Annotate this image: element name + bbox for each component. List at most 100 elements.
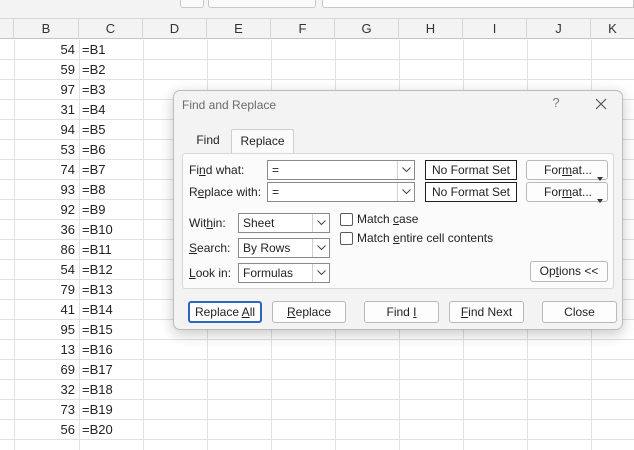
cell-b[interactable]: 94 [14, 120, 78, 139]
column-header-h[interactable]: H [399, 19, 463, 39]
cell-c[interactable]: =B13 [80, 280, 142, 299]
cell-b[interactable]: 79 [14, 280, 78, 299]
replace-button[interactable]: Replace [272, 301, 346, 323]
column-header-k[interactable]: K [591, 19, 634, 39]
access-key: n [199, 163, 206, 177]
row-header-corner[interactable] [0, 19, 14, 39]
label-text: place with: [204, 185, 262, 199]
column-header-g[interactable]: G [335, 19, 399, 39]
label-text: eplace [295, 305, 332, 319]
label-text: d what: [205, 163, 245, 177]
cell-c[interactable]: =B12 [80, 260, 142, 279]
replace-all-button[interactable]: Replace All [188, 301, 262, 323]
cell-c[interactable]: =B17 [80, 360, 142, 379]
table-row: 13 =B16 [0, 340, 634, 360]
tab-replace-label: Replace [240, 134, 285, 148]
cell-c[interactable]: =B18 [80, 380, 142, 399]
access-key: L [189, 266, 196, 280]
label-text: in: [213, 216, 226, 230]
cell-b[interactable]: 54 [14, 260, 78, 279]
look-in-select[interactable]: Formulas [238, 263, 330, 283]
chevron-down-icon[interactable] [312, 214, 329, 232]
cell-b[interactable]: 95 [14, 320, 78, 339]
column-header-i[interactable]: I [463, 19, 527, 39]
formula-input-text: B1 [337, 0, 349, 1]
column-header-j[interactable]: J [527, 19, 591, 39]
cell-b[interactable]: 74 [14, 160, 78, 179]
find-format-status: No Format Set [425, 160, 517, 180]
table-row: 56 =B20 [0, 420, 634, 440]
match-case-checkbox[interactable] [340, 213, 353, 226]
label-text: earch: [197, 241, 231, 255]
column-header-d[interactable]: D [143, 19, 207, 39]
cell-b[interactable]: 69 [14, 360, 78, 379]
cell-c[interactable]: =B6 [80, 140, 142, 159]
tab-find[interactable]: Find [184, 129, 232, 153]
cell-c[interactable]: =B1 [80, 40, 142, 59]
tab-find-label: Find [196, 133, 220, 147]
column-header-c[interactable]: C [79, 19, 143, 39]
cell-b[interactable]: 31 [14, 100, 78, 119]
cell-b[interactable]: 93 [14, 180, 78, 199]
cell-b[interactable]: 53 [14, 140, 78, 159]
cell-c[interactable]: =B2 [80, 60, 142, 79]
cell-b[interactable]: 41 [14, 300, 78, 319]
find-what-input[interactable]: = [267, 160, 415, 180]
replace-format-button[interactable]: Format... [526, 182, 608, 203]
formula-bar-buttons[interactable]: ... [208, 0, 316, 8]
chevron-down-icon[interactable] [312, 239, 329, 257]
chevron-down-icon[interactable] [397, 161, 414, 179]
cell-c[interactable]: =B5 [80, 120, 142, 139]
formula-input[interactable]: B1 [322, 0, 634, 8]
help-button[interactable]: ? [546, 95, 566, 113]
cell-b[interactable]: 86 [14, 240, 78, 259]
cell-b[interactable]: 36 [14, 220, 78, 239]
cell-c[interactable]: =B7 [80, 160, 142, 179]
cell-c[interactable]: =B10 [80, 220, 142, 239]
cell-c[interactable]: =B9 [80, 200, 142, 219]
cell-c[interactable]: =B3 [80, 80, 142, 99]
close-icon[interactable] [590, 95, 612, 115]
label-text: ook in: [195, 266, 232, 280]
cell-b[interactable]: 97 [14, 80, 78, 99]
within-select[interactable]: Sheet [238, 213, 330, 233]
cell-b[interactable]: 56 [14, 420, 78, 439]
cell-c[interactable]: =B19 [80, 400, 142, 419]
access-key: m [562, 185, 572, 199]
chevron-down-icon[interactable] [397, 183, 414, 201]
tab-replace[interactable]: Replace [231, 129, 294, 153]
cell-b[interactable]: 13 [14, 340, 78, 359]
find-format-button[interactable]: Format... [526, 160, 608, 181]
search-select[interactable]: By Rows [238, 238, 330, 258]
access-key: S [189, 241, 198, 255]
cell-b[interactable]: 59 [14, 60, 78, 79]
match-entire-checkbox[interactable] [340, 232, 353, 245]
match-entire-label[interactable]: Match entire cell contents [357, 231, 493, 245]
column-header-e[interactable]: E [207, 19, 271, 39]
cell-c[interactable]: =B8 [80, 180, 142, 199]
find-all-button[interactable]: Find I [364, 301, 439, 323]
cell-c[interactable]: =B20 [80, 420, 142, 439]
formula-bar-dropdown[interactable] [180, 0, 204, 8]
cell-c[interactable]: =B4 [80, 100, 142, 119]
cell-b[interactable]: 73 [14, 400, 78, 419]
replace-with-value: = [272, 185, 280, 199]
options-button[interactable]: Options << [530, 261, 608, 282]
label-text: ll [249, 305, 256, 319]
cell-c[interactable]: =B16 [80, 340, 142, 359]
column-header-b[interactable]: B [14, 19, 79, 39]
cell-b[interactable]: 92 [14, 200, 78, 219]
cell-b[interactable]: 32 [14, 380, 78, 399]
chevron-down-icon[interactable] [312, 264, 329, 282]
close-button[interactable]: Close [542, 301, 617, 323]
find-next-button[interactable]: Find Next [449, 301, 524, 323]
cell-b[interactable]: 54 [14, 40, 78, 59]
cell-c[interactable]: =B14 [80, 300, 142, 319]
label-text: Find [386, 305, 414, 319]
replace-with-input[interactable]: = [267, 182, 415, 202]
cell-c[interactable]: =B15 [80, 320, 142, 339]
match-case-label[interactable]: Match case [357, 212, 418, 226]
excel-window: ... B1 B C D E F G H I J K 54=B1 59=B2 9… [0, 0, 634, 450]
column-header-f[interactable]: F [271, 19, 335, 39]
cell-c[interactable]: =B11 [80, 240, 142, 259]
